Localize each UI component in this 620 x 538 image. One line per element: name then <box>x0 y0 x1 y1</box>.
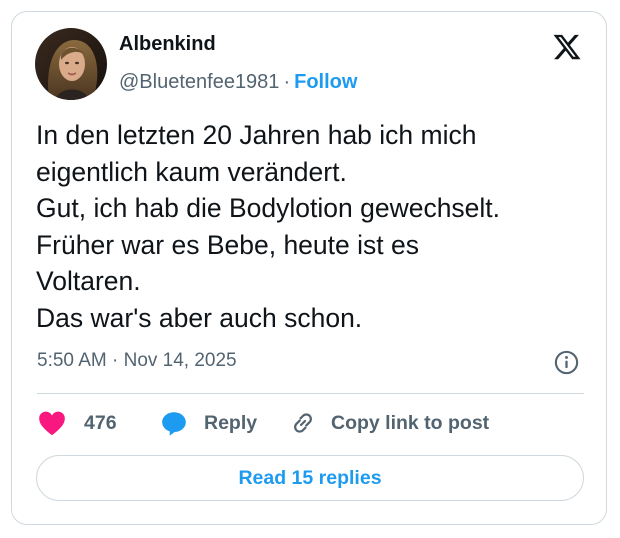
tweet-line: Das war's aber auch schon. <box>36 302 363 333</box>
author-handle[interactable]: @Bluetenfee1981 <box>119 71 279 93</box>
x-logo-icon[interactable] <box>552 32 582 62</box>
copy-link-button[interactable]: Copy link to post <box>289 408 489 438</box>
tweet-line: Voltaren. <box>36 266 141 296</box>
read-replies-label: Read 15 replies <box>238 466 382 489</box>
copy-link-label: Copy link to post <box>331 411 490 434</box>
avatar-image <box>35 28 107 100</box>
handle-row: @Bluetenfee1981 · Follow <box>119 71 357 94</box>
read-replies-button[interactable]: Read 15 replies <box>36 455 584 501</box>
speech-bubble-icon <box>162 411 186 436</box>
tweet-text: In den letzten 20 Jahren hab ich mich ei… <box>36 117 591 336</box>
author-name[interactable]: Albenkind <box>119 33 216 56</box>
tweet-line: Gut, ich hab die Bodylotion gewechselt. <box>36 193 501 223</box>
avatar[interactable] <box>35 28 107 100</box>
link-icon <box>294 413 312 433</box>
heart-icon <box>39 411 65 436</box>
like-button[interactable]: 476 <box>38 408 117 438</box>
tweet-line: In den letzten 20 Jahren hab ich mich <box>36 120 477 150</box>
info-icon[interactable] <box>554 350 579 375</box>
tweet-line: Früher war es Bebe, heute ist es <box>36 229 419 260</box>
tweet-line: eigentlich kaum verändert. <box>36 156 347 187</box>
tweet-timestamp[interactable]: 5:50 AM · Nov 14, 2025 <box>37 350 237 372</box>
like-count: 476 <box>84 411 117 434</box>
separator-dot: · <box>283 71 291 93</box>
reply-button[interactable]: Reply <box>160 408 257 438</box>
divider <box>37 393 584 394</box>
reply-label: Reply <box>204 411 258 434</box>
follow-button[interactable]: Follow <box>294 71 357 93</box>
